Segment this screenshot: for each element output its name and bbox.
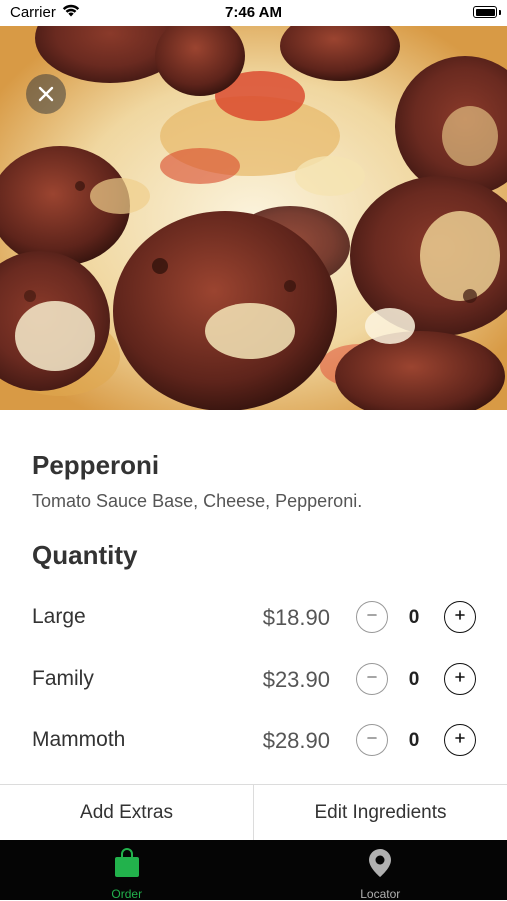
plus-icon bbox=[454, 608, 466, 626]
size-row-large: Large $18.90 0 bbox=[0, 599, 507, 639]
battery-icon bbox=[473, 6, 497, 18]
size-row-family: Family $23.90 0 bbox=[0, 661, 507, 701]
plus-icon bbox=[454, 670, 466, 688]
minus-icon bbox=[366, 670, 378, 688]
quantity-value: 0 bbox=[396, 607, 432, 629]
plus-icon bbox=[454, 731, 466, 749]
close-icon bbox=[38, 86, 54, 102]
location-pin-icon bbox=[367, 848, 393, 883]
increase-button[interactable] bbox=[444, 601, 476, 633]
tab-bar: Order Locator bbox=[0, 840, 507, 900]
size-price: $18.90 bbox=[263, 605, 330, 631]
tab-locator-label: Locator bbox=[360, 887, 400, 901]
increase-button[interactable] bbox=[444, 724, 476, 756]
close-button[interactable] bbox=[26, 74, 66, 114]
product-description: Tomato Sauce Base, Cheese, Pepperoni. bbox=[32, 491, 362, 512]
size-row-mammoth: Mammoth $28.90 0 bbox=[0, 722, 507, 762]
size-label: Mammoth bbox=[32, 728, 125, 752]
tab-order-label: Order bbox=[111, 887, 142, 901]
decrease-button[interactable] bbox=[356, 663, 388, 695]
size-label: Family bbox=[32, 667, 94, 691]
pepperoni-pizza-photo bbox=[0, 26, 507, 410]
size-label: Large bbox=[32, 605, 86, 629]
quantity-heading: Quantity bbox=[32, 540, 137, 571]
decrease-button[interactable] bbox=[356, 601, 388, 633]
tab-locator[interactable]: Locator bbox=[254, 840, 507, 900]
decrease-button[interactable] bbox=[356, 724, 388, 756]
tab-order[interactable]: Order bbox=[0, 840, 254, 900]
size-price: $28.90 bbox=[263, 728, 330, 754]
action-bar: Add Extras Edit Ingredients bbox=[0, 784, 507, 840]
edit-ingredients-button[interactable]: Edit Ingredients bbox=[253, 785, 507, 840]
size-price: $23.90 bbox=[263, 667, 330, 693]
status-bar: Carrier 7:46 AM bbox=[0, 0, 507, 26]
pizza-hero-image bbox=[0, 26, 507, 410]
minus-icon bbox=[366, 731, 378, 749]
add-extras-button[interactable]: Add Extras bbox=[0, 785, 253, 840]
quantity-value: 0 bbox=[396, 730, 432, 752]
quantity-value: 0 bbox=[396, 669, 432, 691]
shopping-bag-icon bbox=[113, 848, 141, 883]
status-time: 7:46 AM bbox=[0, 4, 507, 21]
increase-button[interactable] bbox=[444, 663, 476, 695]
minus-icon bbox=[366, 608, 378, 626]
product-name: Pepperoni bbox=[32, 450, 159, 481]
